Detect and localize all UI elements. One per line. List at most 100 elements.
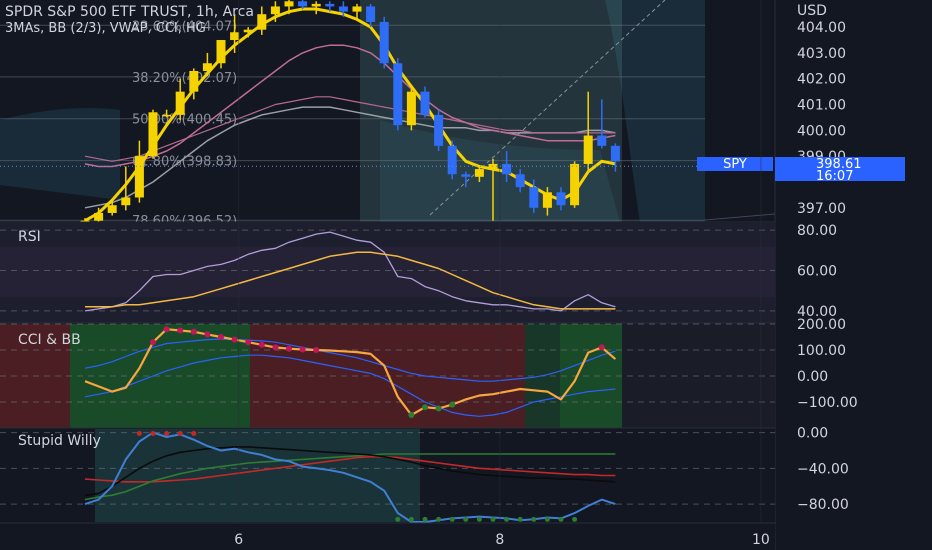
willy-axis-label: −40.00 xyxy=(797,461,849,477)
indicator-list[interactable]: 3MAs, BB (2/3), VWAP, CCI, HG xyxy=(5,21,206,36)
cci-overbought-dot xyxy=(177,327,184,334)
candle-body xyxy=(134,156,144,198)
candle-body xyxy=(447,145,457,175)
willy-bottom-dot xyxy=(490,516,496,522)
candle[interactable] xyxy=(570,161,580,208)
candle-body xyxy=(189,70,199,92)
price-axis-label: 401.00 xyxy=(797,98,846,114)
candle-body xyxy=(461,174,471,177)
candle-body xyxy=(583,135,593,164)
cci-overbought-dot xyxy=(245,339,252,346)
candle-body xyxy=(515,174,525,188)
rsi-title[interactable]: RSI xyxy=(18,229,41,245)
willy-bottom-dot xyxy=(395,516,401,522)
candle-body xyxy=(393,63,403,126)
price-axis-label: 397.00 xyxy=(797,201,846,217)
cci-overbought-dot xyxy=(286,345,292,352)
bb-cloud-left xyxy=(0,108,120,200)
candle-body xyxy=(542,192,552,208)
cci-axis-label: 0.00 xyxy=(797,369,828,385)
candle-body xyxy=(162,114,172,117)
price-axis-label: 403.00 xyxy=(797,46,846,62)
candle-body xyxy=(94,212,104,221)
willy-bottom-dot xyxy=(531,516,537,522)
willy-top-dot xyxy=(150,430,156,436)
willy-bottom-dot xyxy=(422,516,428,522)
candle-body xyxy=(230,32,240,41)
candle[interactable] xyxy=(148,109,158,159)
rsi-axis-label: 80.00 xyxy=(797,223,837,239)
price-tag-countdown: 16:07 xyxy=(816,169,853,184)
price-axis-label: 402.00 xyxy=(797,72,846,88)
candle-body xyxy=(216,40,226,64)
candle-body xyxy=(366,6,376,22)
cci-overbought-dot xyxy=(218,334,224,340)
candle-body xyxy=(352,6,362,12)
candle[interactable] xyxy=(393,58,403,131)
willy-axis-label: −80.00 xyxy=(797,497,849,513)
cci-overbought-dot xyxy=(163,326,170,333)
candle[interactable] xyxy=(379,16,389,69)
willy-bottom-dot xyxy=(408,516,414,522)
cci-overbought-dot xyxy=(258,341,265,348)
willy-top-dot xyxy=(191,430,197,436)
willy-bottom-dot xyxy=(558,516,564,522)
candle[interactable] xyxy=(447,140,457,180)
candle-body xyxy=(243,29,253,33)
cci-oversold-dot xyxy=(408,412,415,418)
cci-overbought-dot xyxy=(231,336,238,343)
candle[interactable] xyxy=(434,109,444,152)
cci-axis-label: 100.00 xyxy=(797,343,846,359)
cci-oversold-dot xyxy=(449,401,456,408)
cci-overbought-dot xyxy=(598,344,605,351)
willy-bottom-dot xyxy=(517,516,523,522)
candle-body xyxy=(610,145,620,162)
currency-label: USD xyxy=(797,3,827,19)
willy-pane[interactable]: Stupid Willy 0.00 −40.00 −80.00 xyxy=(0,426,849,523)
candle-body xyxy=(107,205,117,213)
candle-body xyxy=(406,91,416,126)
cci-overbought-dot xyxy=(150,339,156,346)
cci-overbought-dot xyxy=(204,331,211,338)
candle-body xyxy=(556,192,566,206)
candle-body xyxy=(325,3,335,7)
candle-body xyxy=(474,169,484,177)
rsi-axis-label: 60.00 xyxy=(797,263,837,279)
rsi-pane[interactable]: RSI 80.0060.0040.00 xyxy=(0,222,837,324)
willy-bottom-dot xyxy=(449,516,455,522)
fib-label: 61.80%(398.83) xyxy=(132,155,237,170)
candle-body xyxy=(570,163,580,206)
chart-stage[interactable]: 23.60%(404.07)38.20%(402.07)50.00%(400.4… xyxy=(0,0,932,550)
cci-oversold-dot xyxy=(422,404,428,411)
candle-body xyxy=(529,187,539,208)
cci-axis-label: 200.00 xyxy=(797,317,846,333)
candle-body xyxy=(284,1,294,7)
cci-overbought-dot xyxy=(313,347,320,353)
willy-top-dot xyxy=(136,430,142,436)
willy-bottom-dot xyxy=(436,516,442,522)
cci-oversold-dot xyxy=(435,405,442,412)
willy-top-dot xyxy=(177,430,183,436)
price-axis-label: 404.00 xyxy=(797,20,846,36)
candle-body xyxy=(379,21,389,64)
symbol-title[interactable]: SPDR S&P 500 ETF TRUST, 1h, Arca xyxy=(5,4,254,20)
candle-body xyxy=(257,14,267,30)
willy-bottom-dot xyxy=(504,516,510,522)
willy-bottom-dot xyxy=(544,516,550,522)
candle-body xyxy=(148,112,158,157)
candle-body xyxy=(311,3,321,7)
candle-body xyxy=(121,197,131,206)
candle[interactable] xyxy=(406,89,416,131)
cci-title[interactable]: CCI & BB xyxy=(18,332,81,348)
ticker-tag-label: SPY xyxy=(723,157,747,172)
candle-body xyxy=(597,135,607,146)
willy-zone xyxy=(95,429,420,522)
willy-title[interactable]: Stupid Willy xyxy=(18,433,101,449)
cci-overbought-dot xyxy=(190,328,197,335)
cci-overbought-dot xyxy=(299,346,306,353)
willy-axis-label: 0.00 xyxy=(797,426,828,442)
time-axis-label: 10 xyxy=(752,532,770,548)
cci-axis-label: −100.00 xyxy=(797,395,858,411)
willy-bottom-dot xyxy=(476,516,482,522)
cci-pane[interactable]: CCI & BB 200.00 100.00 0.00 −100.00 xyxy=(0,317,858,429)
